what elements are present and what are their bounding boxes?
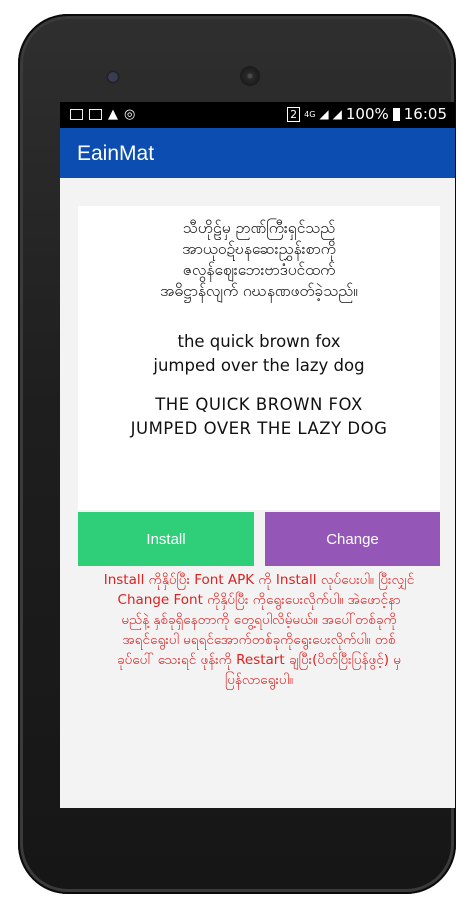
app-bar: EainMat <box>60 128 455 178</box>
instruction-line: မည်နဲ့ နှစ်ခုရှိနေတာကို တွေ့ရပါလိမ့်မယ်။… <box>121 612 397 628</box>
change-button[interactable]: Change <box>265 512 440 566</box>
lowercase-line: the quick brown fox <box>177 332 341 351</box>
sim-icon: 2 <box>287 106 301 122</box>
status-bar: ▲ ◎ 2 4G ◢ ◢ 100% 16:05 <box>60 102 455 128</box>
system-icons: 2 4G ◢ ◢ 100% 16:05 <box>287 105 447 123</box>
install-button[interactable]: Install <box>78 512 254 566</box>
phone-frame: ▲ ◎ 2 4G ◢ ◢ 100% 16:05 EainMat သီဟိုဠ်မ… <box>18 14 456 894</box>
email-icon <box>70 109 83 120</box>
instruction-line: ခုပ်ပေါ် သေးရင် ဖုန်းကို Restart ချပြီး(… <box>116 652 401 668</box>
uppercase-sample-text: THE QUICK BROWN FOX JUMPED OVER THE LAZY… <box>78 393 440 441</box>
font-preview-card: သီဟိုဠ်မှ ဉာဏ်ကြီးရှင်သည် အာယုဝဍ်ဎနဆေးညွ… <box>78 206 440 510</box>
myanmar-sample-text: သီဟိုဠ်မှ ဉာဏ်ကြီးရှင်သည် အာယုဝဍ်ဎနဆေးညွ… <box>78 218 440 302</box>
lowercase-line: jumped over the lazy dog <box>153 356 365 375</box>
main-content: သီဟိုဠ်မှ ဉာဏ်ကြီးရှင်သည် အာယုဝဍ်ဎနဆေးညွ… <box>60 178 455 808</box>
lowercase-sample-text: the quick brown fox jumped over the lazy… <box>78 330 440 378</box>
myanmar-line: ဇလွန်ဈေးဘေးဗာဒံပင်ထက် <box>182 261 336 279</box>
battery-percent: 100% <box>345 105 389 123</box>
myanmar-line: အာယုဝဍ်ဎနဆေးညွှန်းစာကို <box>182 240 336 258</box>
instructions-text: Install ကိုနှိပ်ပြီး Font APK ကို Instal… <box>78 570 440 690</box>
instruction-line: Change Font ကိုနှိပ်ပြီး ကိုရွေးပေးလိုက်… <box>117 592 401 608</box>
image-icon <box>89 109 102 120</box>
battery-icon <box>392 107 400 121</box>
app-title: EainMat <box>77 142 155 165</box>
myanmar-line: အဓိဋ္ဌာန်လျက် ဂဃနဏဖတ်ခဲ့သည်။ <box>160 282 358 300</box>
warning-icon: ▲ <box>108 107 118 122</box>
clock: 16:05 <box>403 105 447 123</box>
notification-icons: ▲ ◎ <box>70 107 135 122</box>
uppercase-line: THE QUICK BROWN FOX <box>155 395 363 414</box>
screen: ▲ ◎ 2 4G ◢ ◢ 100% 16:05 EainMat သီဟိုဠ်မ… <box>60 102 455 808</box>
instruction-line: ပြန်လာရွေးပါ။ <box>224 672 294 688</box>
uppercase-line: JUMPED OVER THE LAZY DOG <box>130 419 388 438</box>
wifi-icon: ◎ <box>124 107 136 122</box>
network-type: 4G <box>304 109 316 119</box>
instruction-line: Install ကိုနှိပ်ပြီး Font APK ကို Instal… <box>103 572 415 588</box>
signal-icon: ◢ <box>319 107 329 121</box>
front-camera <box>108 72 118 82</box>
myanmar-line: သီဟိုဠ်မှ ဉာဏ်ကြီးရှင်သည် <box>182 219 336 237</box>
earpiece-speaker <box>240 66 260 86</box>
signal-icon-2: ◢ <box>332 107 342 121</box>
instruction-line: အရင်ရွေးပါ မရရင်အောက်တစ်ခုကိုရွေးပေးလိုက… <box>122 632 396 648</box>
